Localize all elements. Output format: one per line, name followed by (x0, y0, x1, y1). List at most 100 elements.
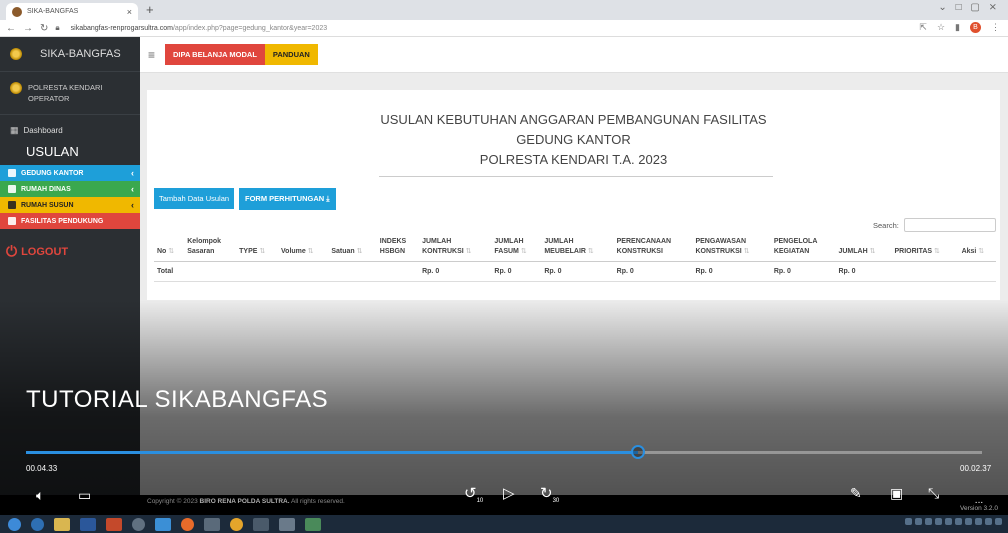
user-panel: POLRESTA KENDARI OPERATOR (0, 72, 140, 115)
column-header[interactable]: JUMLAH MEUBELAIR ⇅ (541, 237, 614, 262)
page-title: USULAN KEBUTUHAN ANGGARAN PEMBANGUNAN FA… (380, 112, 767, 127)
sort-icon[interactable]: ⇅ (306, 248, 314, 255)
reload-icon[interactable]: ↻ (40, 23, 48, 34)
column-header[interactable]: PENGELOLA KEGIATAN (770, 237, 836, 262)
sidebar-item-dashboard[interactable]: ▦ Dashboard (0, 115, 140, 140)
exit-fullscreen-icon[interactable]: ⤡ (928, 485, 939, 502)
pen-icon[interactable]: ✎ (850, 485, 862, 502)
edge-icon[interactable] (31, 517, 44, 531)
sidepanel-icon[interactable]: ▮ (955, 22, 960, 33)
forward-icon[interactable]: → (23, 23, 33, 34)
police-logo-icon (10, 48, 22, 60)
browser-tab-bar: SIKA-BANGFAS × + ⌄ □ ▢ ⨯ (0, 0, 1008, 20)
back-icon[interactable]: ← (6, 23, 16, 34)
sidebar-item-gedung-kantor[interactable]: GEDUNG KANTOR ‹ (0, 165, 140, 181)
search-label: Search: (873, 220, 899, 230)
settings-icon[interactable] (132, 517, 145, 531)
pen-app-icon[interactable] (204, 517, 220, 531)
tray-icon[interactable] (955, 518, 962, 525)
start-icon[interactable] (8, 517, 21, 531)
close-tab-icon[interactable]: × (127, 7, 132, 17)
video-scrubber-handle[interactable] (630, 445, 645, 459)
file-explorer-icon[interactable] (54, 517, 70, 531)
sort-icon[interactable]: ⇅ (166, 248, 174, 255)
bookmark-star-icon[interactable]: ☆ (937, 22, 945, 33)
column-header[interactable]: PERENCANAAN KONSTRUKSI (613, 237, 693, 262)
sidebar-item-fasilitas-pendukung[interactable]: FASILITAS PENDUKUNG (0, 213, 140, 229)
hamburger-menu-icon[interactable]: ≡ (148, 48, 155, 62)
browser-tab[interactable]: SIKA-BANGFAS × (6, 3, 138, 20)
column-header[interactable]: PRIORITAS ⇅ (891, 237, 959, 262)
tray-icon[interactable] (985, 518, 992, 525)
url-field[interactable]: sikabangfas-renprogarsultra.com/app/inde… (71, 25, 327, 32)
sort-icon[interactable]: ⇅ (742, 248, 750, 255)
tray-icon[interactable] (915, 518, 922, 525)
app-icon[interactable] (279, 517, 295, 531)
sort-icon[interactable]: ⇅ (868, 248, 876, 255)
sidebar-item-rumah-susun[interactable]: RUMAH SUSUN ‹ (0, 197, 140, 213)
sort-icon[interactable]: ⇅ (519, 248, 527, 255)
powerpoint-icon[interactable] (106, 517, 122, 531)
logout-button[interactable]: ⏻ LOGOUT (0, 229, 140, 274)
search-input[interactable] (903, 218, 996, 232)
tray-icon[interactable] (945, 518, 952, 525)
sort-icon[interactable]: ⇅ (464, 248, 472, 255)
sidebar-brand[interactable]: SIKA-BANGFAS (0, 37, 140, 72)
table-cell (376, 261, 420, 282)
column-header[interactable]: INDEKS HSBGN (376, 237, 420, 262)
window-controls[interactable]: ⌄ □ ▢ ⨯ (938, 2, 1000, 13)
tray-icon[interactable] (925, 518, 932, 525)
column-header[interactable]: No ⇅ (154, 237, 185, 262)
column-header[interactable]: JUMLAH ⇅ (835, 237, 892, 262)
tray-icon[interactable] (995, 518, 1002, 525)
column-header-label: FASUM (494, 248, 519, 255)
play-icon[interactable]: ▷ (503, 484, 515, 502)
menu-kebab-icon[interactable]: ⋮ (991, 22, 1000, 33)
panduan-button[interactable]: PANDUAN (264, 44, 318, 65)
column-header[interactable]: Aksi ⇅ (958, 237, 996, 262)
tray-icon[interactable] (905, 518, 912, 525)
video-progress-bar[interactable] (26, 445, 982, 459)
sort-icon[interactable]: ⇅ (355, 248, 363, 255)
chrome-icon[interactable] (230, 517, 243, 531)
share-icon[interactable]: ⇱ (919, 22, 927, 33)
dipa-belanja-modal-button[interactable]: DIPA BELANJA MODAL (165, 44, 265, 65)
tray-icon[interactable] (965, 518, 972, 525)
captions-icon[interactable]: ▭ (78, 487, 91, 504)
lock-icon: 🔒︎ (55, 23, 60, 32)
column-header-label: INDEKS (379, 238, 407, 245)
column-header[interactable]: PENGAWASAN KONSTRUKSI ⇅ (692, 237, 771, 262)
sidebar-item-rumah-dinas[interactable]: RUMAH DINAS ‹ (0, 181, 140, 197)
column-header[interactable]: TYPE ⇅ (236, 237, 279, 262)
footer-prefix: Copyright © 2023 (147, 498, 198, 505)
column-header[interactable]: JUMLAH KONTRUKSI ⇅ (419, 237, 492, 262)
app-icon[interactable] (253, 517, 269, 531)
sort-icon[interactable]: ⇅ (932, 248, 940, 255)
column-header[interactable]: Satuan ⇅ (328, 237, 377, 262)
app-icon[interactable] (155, 517, 171, 531)
skip-forward-icon[interactable]: ↻30 (540, 484, 559, 504)
sort-icon[interactable]: ⇅ (257, 248, 265, 255)
divider (379, 176, 773, 177)
sort-icon[interactable]: ⇅ (586, 248, 594, 255)
footer-org[interactable]: BIRO RENA POLDA SULTRA. (200, 498, 290, 505)
column-header[interactable]: Kelompok Sasaran (184, 237, 237, 262)
app-icon[interactable] (305, 517, 321, 531)
profile-avatar[interactable]: B (970, 22, 981, 33)
tray-icon[interactable] (975, 518, 982, 525)
word-icon[interactable] (80, 517, 96, 531)
new-tab-button[interactable]: + (146, 3, 154, 17)
table-cell (891, 261, 959, 282)
miniplayer-icon[interactable]: ▣ (890, 485, 903, 502)
column-header[interactable]: JUMLAH FASUM ⇅ (491, 237, 542, 262)
app-icon[interactable] (181, 517, 194, 531)
tambah-data-usulan-button[interactable]: Tambah Data Usulan (154, 188, 235, 209)
tray-icon[interactable] (935, 518, 942, 525)
mute-icon[interactable]: 🔈︎ (36, 487, 44, 504)
column-header[interactable]: Volume ⇅ (278, 237, 329, 262)
form-perhitungan-button[interactable]: FORM PERHITUNGAN ⤓ (239, 188, 336, 210)
sort-icon[interactable]: ⇅ (976, 248, 984, 255)
more-options-icon[interactable]: ... (960, 496, 998, 506)
skip-back-icon[interactable]: ↺10 (464, 484, 483, 504)
dashboard-grid-icon: ▦ (10, 125, 19, 135)
